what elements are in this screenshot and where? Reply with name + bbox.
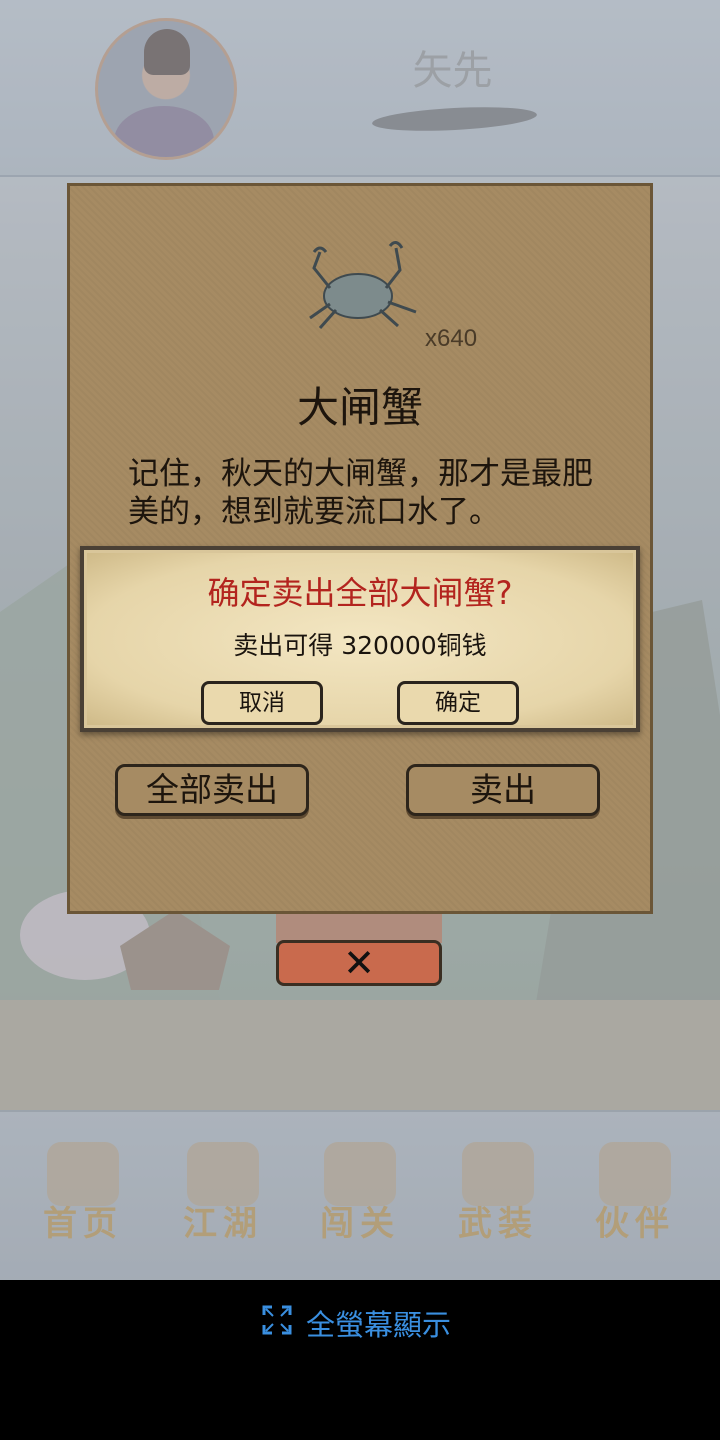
fullscreen-label[interactable]: 全螢幕顯示 bbox=[306, 1302, 451, 1344]
confirm-button[interactable]: 确定 bbox=[397, 681, 519, 725]
cancel-button[interactable]: 取消 bbox=[201, 681, 323, 725]
fullscreen-icon[interactable] bbox=[262, 1305, 292, 1335]
sell-all-button[interactable]: 全部卖出 bbox=[115, 764, 309, 816]
sell-button[interactable]: 卖出 bbox=[406, 764, 600, 816]
crab-icon bbox=[309, 241, 417, 329]
confirm-title: 确定卖出全部大闸蟹? bbox=[207, 574, 513, 612]
item-count: x640 bbox=[425, 325, 478, 352]
item-description: 记住，秋天的大闸蟹，那才是最肥美的，想到就要流口水了。 bbox=[128, 456, 593, 530]
close-button[interactable]: ✕ bbox=[276, 940, 442, 986]
close-icon: ✕ bbox=[343, 941, 375, 985]
close-button-shadow bbox=[276, 913, 442, 943]
confirm-sell-dialog: 确定卖出全部大闸蟹? 卖出可得 320000铜钱 取消 确定 bbox=[80, 546, 640, 732]
item-name: 大闸蟹 bbox=[296, 383, 423, 432]
confirm-message: 卖出可得 320000铜钱 bbox=[233, 631, 487, 660]
